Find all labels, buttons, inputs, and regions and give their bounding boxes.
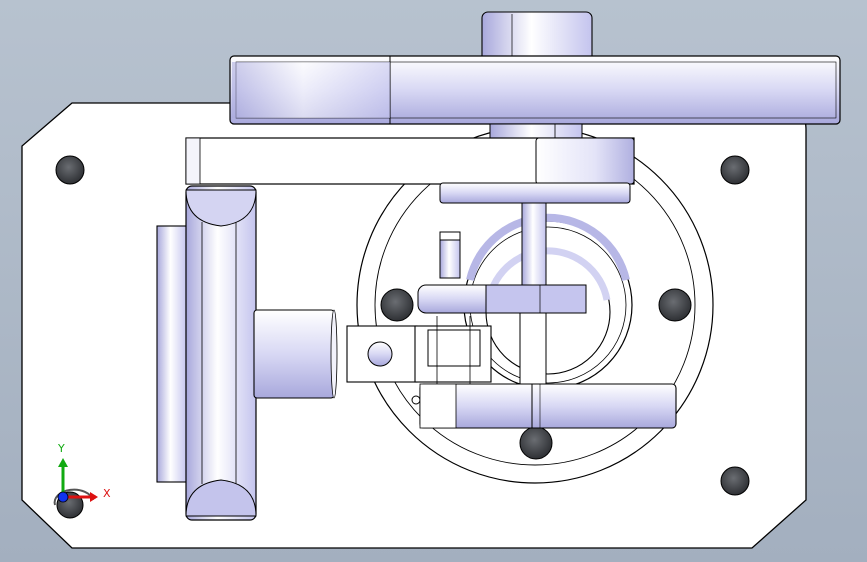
- upper-arm[interactable]: [185, 137, 635, 185]
- triad-x-label: X: [103, 487, 111, 500]
- mounting-hole-bottom-right: [720, 466, 750, 496]
- clamp-block[interactable]: [346, 316, 492, 384]
- flange-hole-bottom: [519, 426, 553, 460]
- middle-link[interactable]: [417, 284, 587, 314]
- drive-pulley[interactable]: [229, 55, 841, 125]
- flange-hole-right: [658, 288, 692, 322]
- cad-viewport[interactable]: Y X: [0, 0, 867, 562]
- side-wheel[interactable]: [185, 185, 257, 521]
- mounting-hole-top-left: [55, 155, 85, 185]
- lower-arm[interactable]: [419, 383, 677, 429]
- model-canvas[interactable]: [0, 0, 867, 562]
- mounting-hole-top-right: [720, 155, 750, 185]
- side-flange[interactable]: [156, 225, 188, 483]
- z-axis-dot: [57, 491, 69, 503]
- motor-shaft[interactable]: [253, 309, 335, 399]
- center-link: [519, 312, 547, 389]
- triad-y-label: Y: [58, 442, 65, 455]
- flange-hole-left: [380, 288, 414, 322]
- arm-lip: [439, 182, 631, 204]
- vertical-rod[interactable]: [521, 202, 547, 299]
